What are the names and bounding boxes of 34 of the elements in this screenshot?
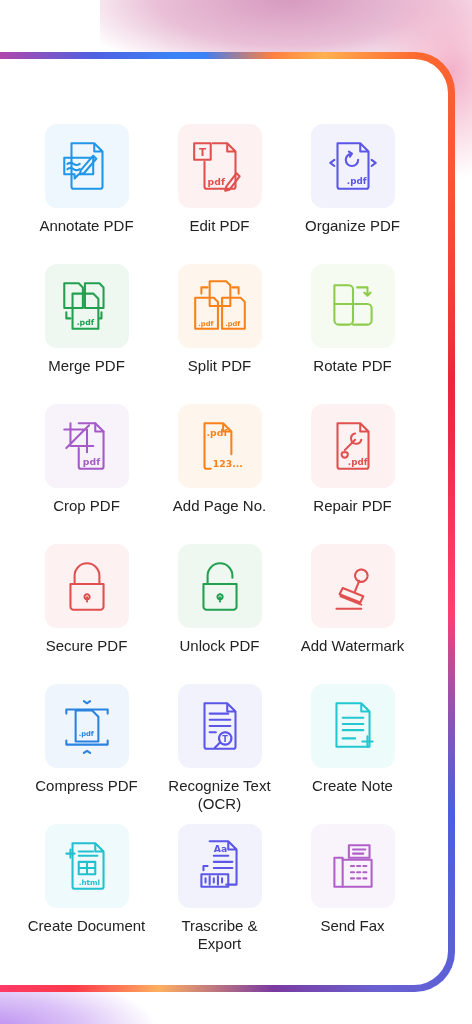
tool-tile[interactable]: .pdf 123...	[177, 404, 262, 488]
icon-text: Aa	[213, 842, 227, 854]
tool-label: Send Fax	[320, 917, 385, 935]
icon-text: .pdf	[347, 456, 368, 467]
tool-label: Add Page No.	[172, 497, 267, 515]
tool-label: Merge PDF	[48, 357, 125, 375]
tool-label: Add Watermark	[300, 637, 405, 655]
tool-label: Secure PDF	[45, 637, 128, 655]
tool-tile[interactable]: T pdf	[177, 124, 262, 208]
tool-label: Trascribe & Export	[180, 917, 259, 953]
tool-label: Annotate PDF	[39, 217, 134, 235]
tool-label: Rotate PDF	[313, 357, 392, 375]
tool-tile[interactable]: .pdf	[310, 404, 395, 488]
tool-label: Unlock PDF	[179, 637, 260, 655]
tool-tile[interactable]: Aa	[177, 824, 262, 908]
icon-text: T	[198, 145, 206, 158]
tool-tile[interactable]: pdf	[44, 404, 129, 488]
tool-label: Split PDF	[187, 357, 252, 375]
icon-text: pdf	[82, 455, 100, 467]
icon-text: pdf	[207, 175, 225, 187]
tool-label: Recognize Text (OCR)	[167, 777, 272, 813]
tool-label: Create Document	[27, 917, 146, 935]
icon-text: 123...	[212, 457, 243, 469]
tool-label: Edit PDF	[189, 217, 250, 235]
tool-label: Repair PDF	[313, 497, 392, 515]
tool-label: Crop PDF	[53, 497, 120, 515]
tool-label: Compress PDF	[35, 777, 138, 795]
tool-tile[interactable]: .pdf	[310, 124, 395, 208]
icon-text: .pdf	[206, 426, 227, 438]
tool-tile[interactable]: T	[177, 684, 262, 768]
icon-text: .pdf	[346, 175, 366, 186]
icon-text: T	[221, 733, 228, 744]
tool-label: Organize PDF	[304, 217, 400, 235]
tool-label: Create Note	[312, 777, 393, 795]
